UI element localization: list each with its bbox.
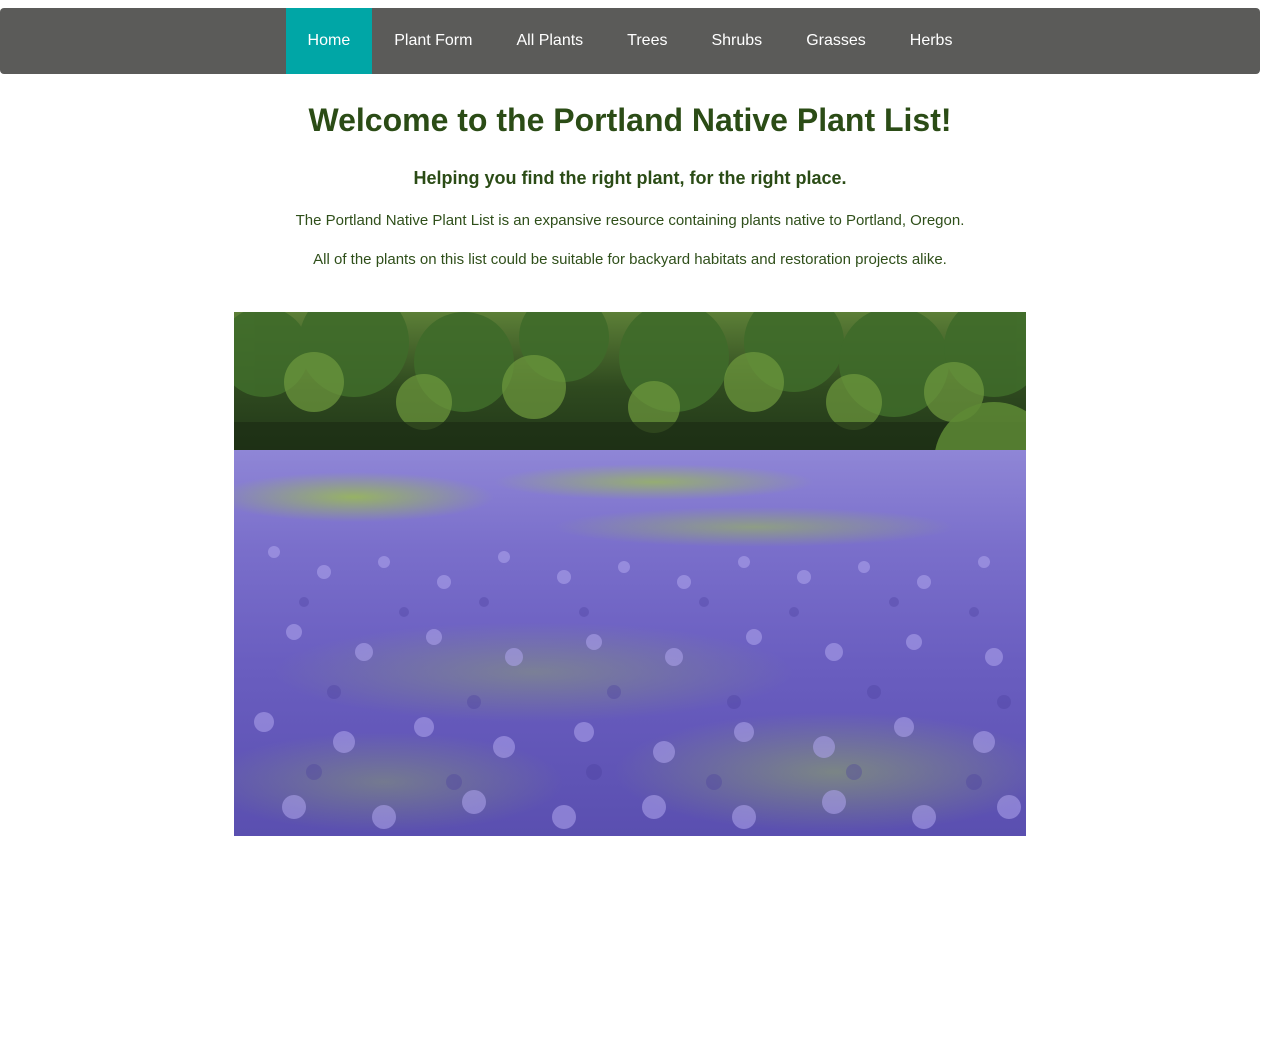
suitability-paragraph: All of the plants on this list could be … bbox=[313, 251, 947, 268]
hero-image-camas-meadow bbox=[234, 312, 1026, 836]
nav-shrubs[interactable]: Shrubs bbox=[689, 8, 784, 74]
nav-grasses[interactable]: Grasses bbox=[784, 8, 888, 74]
intro-paragraph: The Portland Native Plant List is an exp… bbox=[295, 212, 965, 229]
nav-herbs[interactable]: Herbs bbox=[888, 8, 975, 74]
nav-plant-form[interactable]: Plant Form bbox=[372, 8, 494, 74]
main-navbar: Home Plant Form All Plants Trees Shrubs … bbox=[0, 8, 1260, 74]
main-content: Welcome to the Portland Native Plant Lis… bbox=[0, 74, 1260, 270]
nav-home[interactable]: Home bbox=[285, 8, 373, 74]
nav-trees[interactable]: Trees bbox=[605, 8, 689, 74]
page-title: Welcome to the Portland Native Plant Lis… bbox=[308, 102, 952, 138]
page-subtitle: Helping you find the right plant, for th… bbox=[413, 168, 847, 188]
nav-list: Home Plant Form All Plants Trees Shrubs … bbox=[285, 8, 975, 74]
nav-all-plants[interactable]: All Plants bbox=[494, 8, 605, 74]
